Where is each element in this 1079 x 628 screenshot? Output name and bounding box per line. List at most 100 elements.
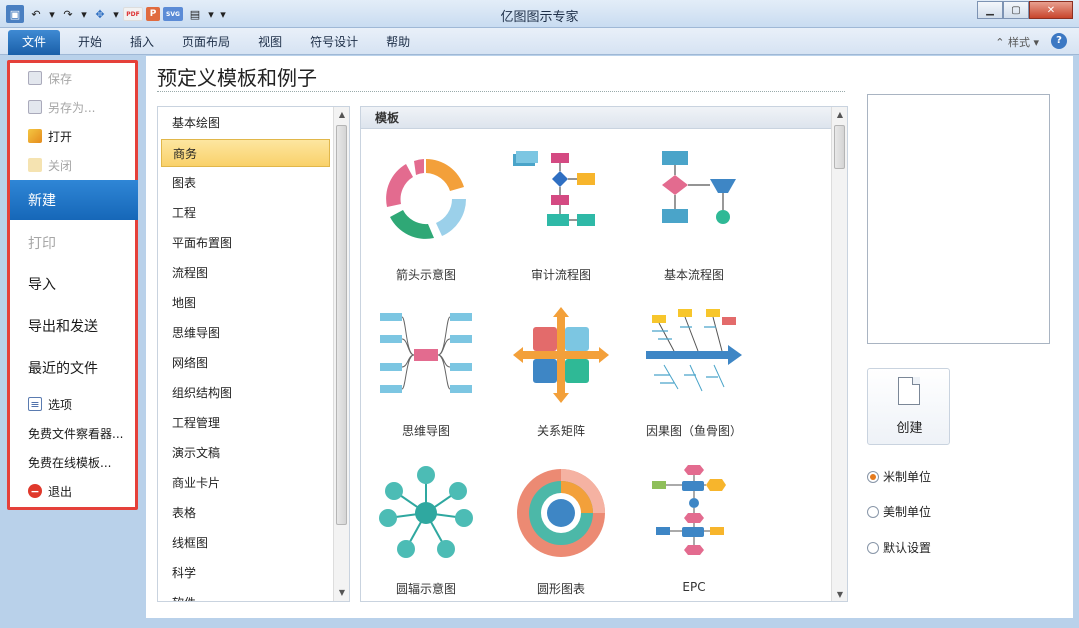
template-tile[interactable]: 圆辐示意图 [361,463,491,601]
style-label: 样式 [1007,36,1030,49]
template-label: 关系矩阵 [536,424,585,438]
maximize-button[interactable]: ▢ [1003,1,1029,19]
scrollbar-thumb[interactable] [834,125,845,169]
category-item[interactable]: 商业卡片 [161,469,330,497]
template-tile[interactable]: 圆形图表 [496,463,626,601]
tab-file[interactable]: 文件 [8,30,61,55]
tab-view[interactable]: 视图 [244,30,296,55]
save-icon [28,71,42,85]
template-label: 思维导图 [401,424,450,438]
template-label: 圆辐示意图 [395,582,456,596]
save-as-icon [28,100,42,114]
scroll-up-icon[interactable]: ▲ [334,107,349,123]
menu-export-send[interactable]: 导出和发送 [10,306,135,346]
menu-open[interactable]: 打开 [10,125,135,147]
category-item-selected[interactable]: 商务 [161,139,330,167]
relation-matrix-icon [513,307,609,403]
category-item[interactable]: 流程图 [161,259,330,287]
category-item[interactable]: 组织结构图 [161,379,330,407]
collapse-ribbon-icon: ⌃ [995,36,1005,49]
radio-unchecked-icon[interactable] [867,505,879,518]
mindmap-icon [380,313,472,393]
category-item[interactable]: 工程管理 [161,409,330,437]
category-item[interactable]: 地图 [161,289,330,317]
close-folder-icon [28,158,42,172]
category-item[interactable]: 工程 [161,199,330,227]
scrollbar-thumb[interactable] [336,125,347,525]
tab-page-layout[interactable]: 页面布局 [168,30,244,55]
template-tile[interactable]: 因果图（鱼骨图） [629,305,759,455]
close-button[interactable]: ✕ [1029,1,1073,19]
help-icon[interactable]: ? [1051,33,1067,49]
tab-help[interactable]: 帮助 [372,30,424,55]
tab-home[interactable]: 开始 [64,30,116,55]
menu-import[interactable]: 导入 [10,264,135,304]
category-item[interactable]: 思维导图 [161,319,330,347]
tab-symbol-design[interactable]: 符号设计 [296,30,372,55]
template-gallery: 模板 箭头示意图 审计流程图 基本流程图 思维导图 关系矩阵 因果图（鱼骨图） … [360,106,848,602]
backstage-content: 预定义模板和例子 基本绘图 商务 图表 工程 平面布置图 流程图 地图 思维导图… [146,56,1073,618]
template-label: 审计流程图 [530,268,591,282]
open-folder-icon [28,129,42,143]
minimize-button[interactable]: ▁ [977,1,1003,19]
category-item[interactable]: 线框图 [161,529,330,557]
window-controls: ▁ ▢ ✕ [977,1,1073,19]
menu-new[interactable]: 新建 [10,180,138,220]
category-item[interactable]: 科学 [161,559,330,587]
template-tile[interactable]: 箭头示意图 [361,149,491,299]
category-item[interactable]: 平面布置图 [161,229,330,257]
template-tile[interactable]: 审计流程图 [496,149,626,299]
template-preview [867,94,1050,344]
circular-chart-icon [517,469,605,557]
template-label: 箭头示意图 [395,268,456,282]
template-tile[interactable]: 思维导图 [361,305,491,455]
backstage-menu: 保存 另存为... 打开 关闭 新建 打印 导入 导出和发送 最近的文件 ≡ 选项… [7,60,138,510]
template-tile[interactable]: EPC [629,463,759,601]
unit-radio-us[interactable]: 美制单位 [867,503,931,520]
template-tile[interactable]: 基本流程图 [629,149,759,299]
template-scrollbar[interactable]: ▲ ▼ [831,107,847,601]
new-document-icon [898,377,920,405]
category-scrollbar[interactable]: ▲ ▼ [333,107,349,601]
create-button[interactable]: 创建 [867,368,950,445]
menu-options[interactable]: ≡ 选项 [10,393,135,415]
category-item[interactable]: 演示文稿 [161,439,330,467]
category-item[interactable]: 软件 [161,589,330,601]
category-item[interactable]: 网络图 [161,349,330,377]
audit-flowchart-icon [513,151,595,226]
menu-save-as[interactable]: 另存为... [10,96,135,118]
style-dropdown-icon: ▾ [1033,36,1039,49]
templates-header: 模板 [361,107,831,129]
ribbon: 文件 开始 插入 页面布局 视图 符号设计 帮助 ⌃ 样式 ▾ ? [0,28,1079,55]
menu-save[interactable]: 保存 [10,67,135,89]
window-title: 亿图图示专家 [500,10,579,25]
category-item[interactable]: 图表 [161,169,330,197]
template-label: EPC [682,580,706,594]
scroll-down-icon[interactable]: ▼ [334,585,349,601]
scroll-down-icon[interactable]: ▼ [832,587,847,601]
category-item[interactable]: 基本绘图 [161,109,330,137]
category-item[interactable]: 表格 [161,499,330,527]
title-bar: ▣ ↶ ▾ ↷ ▾ ✥ ▾ PDF P SVG ▤ ▾ ▾ 亿图图示专家 ▁ ▢… [0,0,1079,28]
category-list: 基本绘图 商务 图表 工程 平面布置图 流程图 地图 思维导图 网络图 组织结构… [157,106,350,602]
unit-radio-metric[interactable]: 米制单位 [867,468,931,485]
template-label: 圆形图表 [536,582,585,596]
menu-exit[interactable]: − 退出 [10,480,135,502]
menu-recent-files[interactable]: 最近的文件 [10,348,135,388]
unit-radio-default[interactable]: 默认设置 [867,539,931,556]
menu-close[interactable]: 关闭 [10,154,135,176]
radio-checked-icon[interactable] [867,470,879,483]
menu-free-viewer[interactable]: 免费文件察看器... [10,422,135,444]
page-title: 预定义模板和例子 [157,66,317,90]
scroll-up-icon[interactable]: ▲ [832,107,847,123]
style-menu[interactable]: ⌃ 样式 ▾ [995,34,1039,50]
template-tile[interactable]: 关系矩阵 [496,305,626,455]
tab-insert[interactable]: 插入 [116,30,168,55]
radio-unchecked-icon[interactable] [867,541,879,554]
exit-icon: − [28,484,42,498]
menu-free-templates[interactable]: 免费在线模板... [10,451,135,473]
menu-print[interactable]: 打印 [10,223,135,263]
create-label: 创建 [896,421,923,436]
epc-icon [652,465,726,555]
arrow-cycle-icon [386,159,467,239]
